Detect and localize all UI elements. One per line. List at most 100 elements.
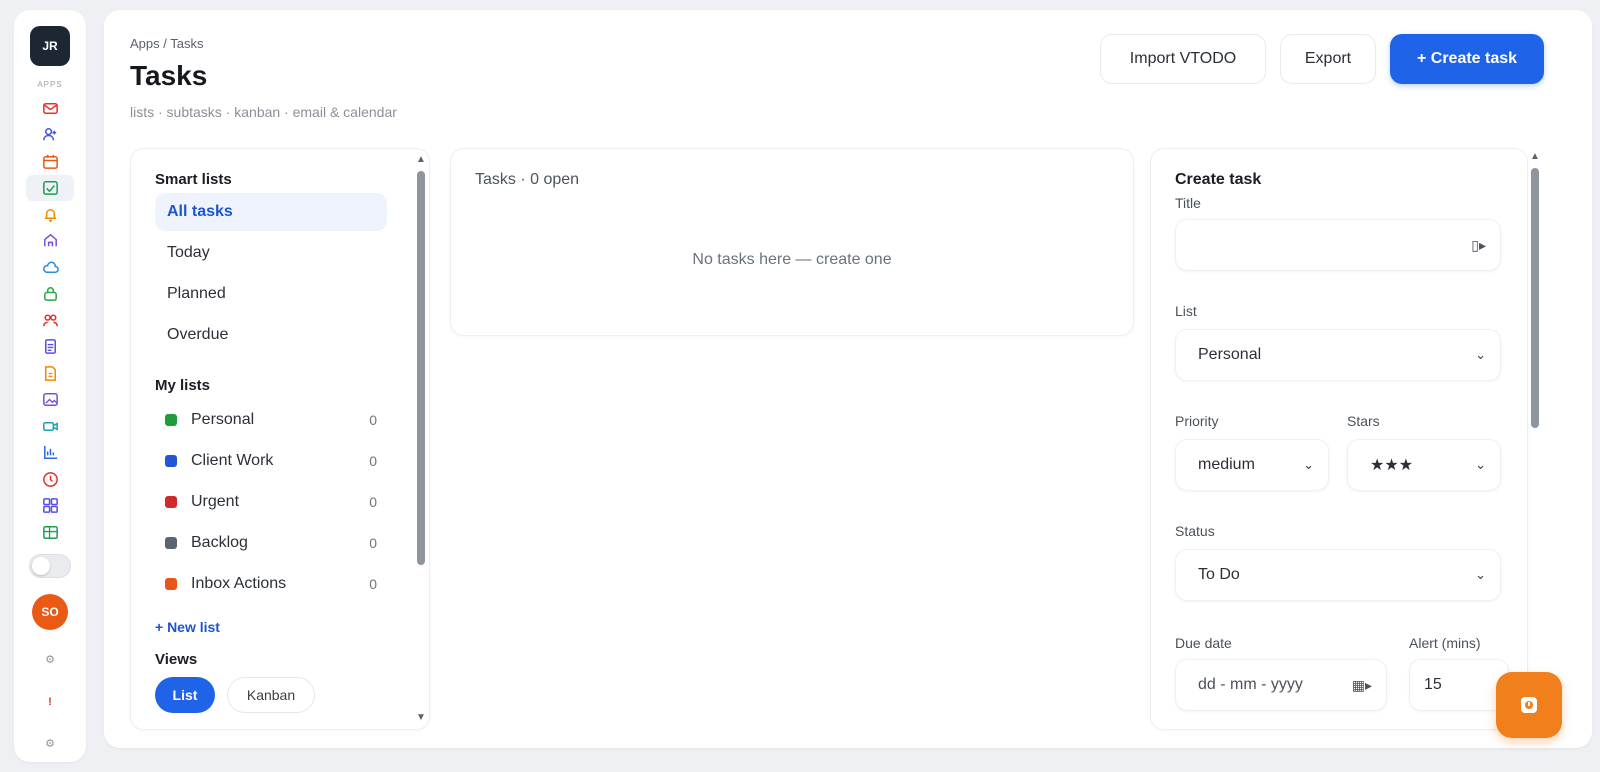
rail-item-people[interactable] bbox=[26, 307, 74, 334]
rail-item-image[interactable] bbox=[26, 387, 74, 414]
list-label: List bbox=[1175, 303, 1197, 319]
due-date-placeholder: dd - mm - yyyy bbox=[1198, 676, 1303, 693]
clock-icon bbox=[42, 471, 58, 487]
rail-item-contacts[interactable] bbox=[26, 122, 74, 149]
my-list-backlog[interactable]: Backlog 0 bbox=[165, 528, 377, 558]
rail-item-home[interactable] bbox=[26, 228, 74, 255]
list-select[interactable]: Personal ⌄ bbox=[1175, 329, 1501, 381]
due-date-label: Due date bbox=[1175, 635, 1232, 651]
priority-select[interactable]: medium ⌄ bbox=[1175, 439, 1329, 491]
video-icon bbox=[42, 421, 58, 431]
page-subtitle: lists · subtasks · kanban · email & cale… bbox=[130, 104, 397, 120]
chevron-down-icon: ⌄ bbox=[1475, 567, 1486, 582]
new-list-link[interactable]: + New list bbox=[155, 619, 220, 635]
rail-item-table[interactable] bbox=[26, 519, 74, 546]
apps-caption: APPS bbox=[37, 80, 63, 89]
rail-item-bell[interactable] bbox=[26, 201, 74, 228]
alert-mins-label: Alert (mins) bbox=[1409, 635, 1481, 651]
scroll-thumb[interactable] bbox=[417, 171, 425, 565]
rail-item-cloud[interactable] bbox=[26, 254, 74, 281]
app-rail: JR APPS SO ⚙ ! ⚙ bbox=[14, 10, 86, 762]
status-value: To Do bbox=[1198, 566, 1240, 583]
rail-item-tasks[interactable] bbox=[26, 174, 74, 201]
mail-icon bbox=[42, 102, 58, 114]
list-color-dot bbox=[165, 414, 177, 426]
alert-mins-value: 15 bbox=[1424, 676, 1442, 693]
my-list-inbox-actions[interactable]: Inbox Actions 0 bbox=[165, 569, 377, 599]
tasks-panel: Tasks · 0 open No tasks here — create on… bbox=[450, 148, 1134, 336]
scroll-down-icon[interactable]: ▼ bbox=[416, 711, 426, 725]
views-heading: Views bbox=[155, 651, 198, 668]
priority-value: medium bbox=[1198, 456, 1255, 473]
smart-list-overdue[interactable]: Overdue bbox=[155, 316, 387, 354]
rail-item-clock[interactable] bbox=[26, 466, 74, 493]
list-color-dot bbox=[165, 537, 177, 549]
chevron-down-icon: ⌄ bbox=[1303, 457, 1314, 472]
view-list-button[interactable]: List bbox=[155, 677, 215, 713]
bell-icon bbox=[44, 208, 56, 222]
scroll-up-icon[interactable]: ▲ bbox=[1530, 150, 1540, 164]
home-icon bbox=[43, 234, 57, 247]
export-button[interactable]: Export bbox=[1280, 34, 1376, 84]
input-helper-icon[interactable]: ▯▸ bbox=[1471, 237, 1486, 254]
my-lists-heading: My lists bbox=[155, 377, 211, 394]
list-label: Inbox Actions bbox=[191, 575, 287, 592]
table-icon bbox=[42, 525, 58, 539]
rail-item-document[interactable] bbox=[26, 334, 74, 361]
priority-label: Priority bbox=[1175, 413, 1219, 429]
chevron-down-icon: ⌄ bbox=[1475, 457, 1486, 472]
scroll-thumb[interactable] bbox=[1531, 168, 1539, 428]
smart-list-today[interactable]: Today bbox=[155, 234, 387, 272]
stars-label: Stars bbox=[1347, 413, 1380, 429]
create-task-heading: Create task bbox=[1175, 171, 1262, 188]
alert-icon[interactable]: ! bbox=[48, 690, 52, 714]
list-label: Client Work bbox=[191, 452, 274, 469]
lists-scrollbar[interactable]: ▲ bbox=[414, 153, 428, 565]
list-count: 0 bbox=[369, 576, 377, 592]
rail-item-grid[interactable] bbox=[26, 493, 74, 520]
rail-icon-list bbox=[26, 95, 74, 546]
user-avatar[interactable]: SO bbox=[32, 593, 68, 630]
settings-icon[interactable]: ⚙ bbox=[45, 648, 55, 672]
lock-icon bbox=[43, 287, 57, 302]
due-date-input[interactable]: dd - mm - yyyy ▦▸ bbox=[1175, 659, 1387, 711]
rail-item-file[interactable] bbox=[26, 360, 74, 387]
my-list-urgent[interactable]: Urgent 0 bbox=[165, 487, 377, 517]
calendar-picker-icon[interactable]: ▦▸ bbox=[1352, 677, 1372, 694]
smart-list-planned[interactable]: Planned bbox=[155, 275, 387, 313]
form-scrollbar[interactable]: ▲ bbox=[1528, 150, 1542, 428]
import-vtodo-button[interactable]: Import VTODO bbox=[1100, 34, 1266, 84]
rail-item-calendar[interactable] bbox=[26, 148, 74, 175]
my-list-personal[interactable]: Personal 0 bbox=[165, 405, 377, 435]
list-select-value: Personal bbox=[1198, 346, 1262, 363]
stars-select[interactable]: ★★★ ⌄ bbox=[1347, 439, 1501, 491]
status-select[interactable]: To Do ⌄ bbox=[1175, 549, 1501, 601]
more-settings-icon[interactable]: ⚙ bbox=[45, 732, 55, 756]
chart-icon bbox=[43, 446, 57, 460]
create-task-button[interactable]: + Create task bbox=[1390, 34, 1544, 84]
alert-mins-input[interactable]: 15 bbox=[1409, 659, 1509, 711]
rail-item-mail[interactable] bbox=[26, 95, 74, 122]
grid-icon bbox=[42, 498, 58, 514]
my-list-client-work[interactable]: Client Work 0 bbox=[165, 446, 377, 476]
list-color-dot bbox=[165, 496, 177, 508]
rail-item-video[interactable] bbox=[26, 413, 74, 440]
title-input[interactable]: ▯▸ bbox=[1175, 219, 1501, 271]
smart-list-all-tasks[interactable]: All tasks bbox=[155, 193, 387, 231]
rail-item-chart[interactable] bbox=[26, 440, 74, 467]
list-label: Urgent bbox=[191, 493, 240, 510]
scroll-up-icon[interactable]: ▲ bbox=[416, 153, 426, 167]
view-kanban-button[interactable]: Kanban bbox=[227, 677, 315, 713]
alarm-fab[interactable] bbox=[1496, 672, 1562, 738]
list-color-dot bbox=[165, 455, 177, 467]
create-task-panel: Create task Title ▯▸ List Personal ⌄ Pri… bbox=[1150, 148, 1528, 730]
theme-toggle[interactable] bbox=[29, 553, 71, 578]
cloud-icon bbox=[42, 261, 59, 273]
document-icon bbox=[44, 339, 56, 355]
status-label: Status bbox=[1175, 523, 1215, 539]
lists-scrollbar-bottom: ▼ bbox=[414, 711, 428, 725]
list-label: Backlog bbox=[191, 534, 248, 551]
rail-item-lock[interactable] bbox=[26, 281, 74, 308]
breadcrumb[interactable]: Apps / Tasks bbox=[130, 36, 203, 51]
app-logo[interactable]: JR bbox=[30, 26, 70, 66]
